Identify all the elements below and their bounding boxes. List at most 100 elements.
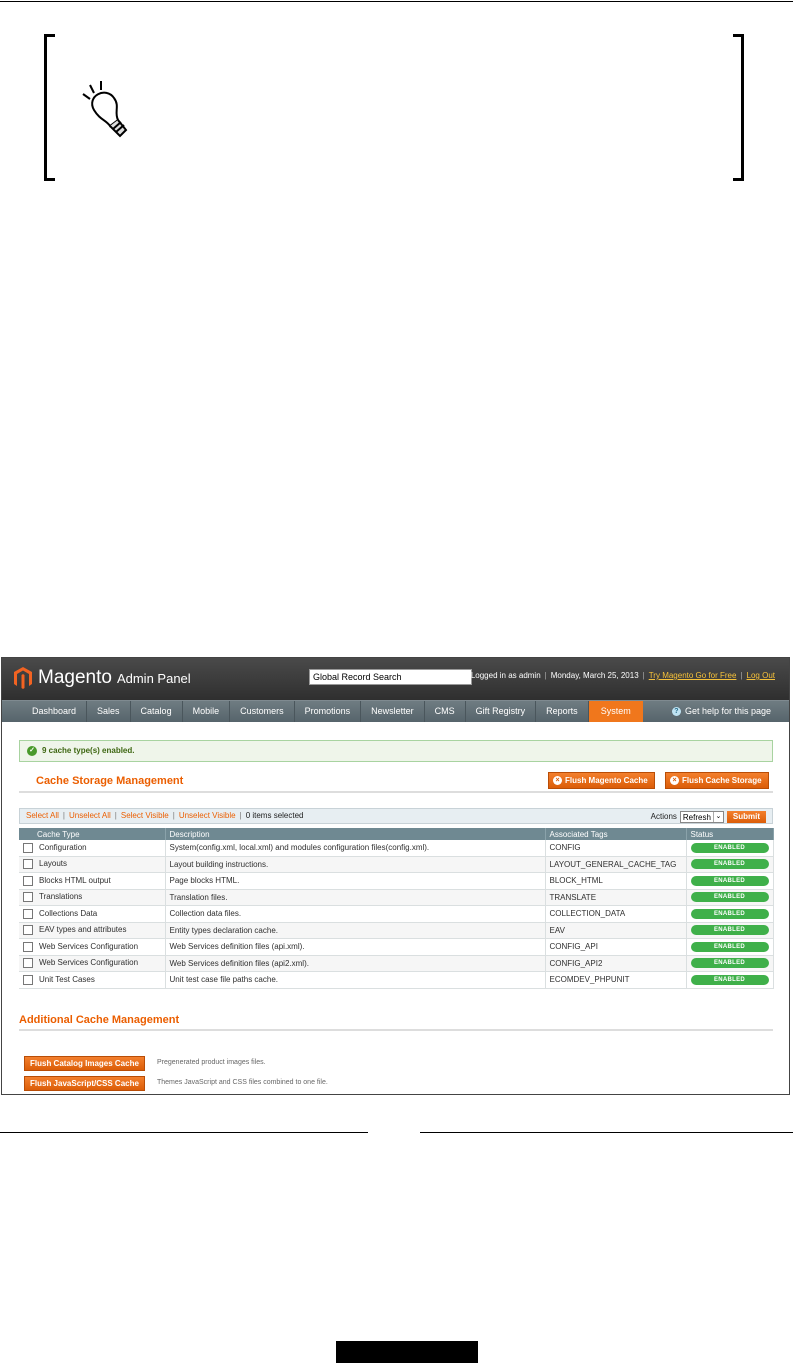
success-check-icon: ✓ <box>27 746 37 756</box>
cache-type-text: Translations <box>39 892 83 902</box>
col-associated-tags[interactable]: Associated Tags <box>545 828 687 840</box>
cache-type-text: Web Services Configuration <box>39 941 139 951</box>
col-status[interactable]: Status <box>686 828 774 840</box>
cache-type-text: Collections Data <box>39 908 98 918</box>
nav-promotions[interactable]: Promotions <box>295 701 362 722</box>
actions-select[interactable]: Refresh ⌄ <box>679 811 724 823</box>
table-row[interactable]: Collections Data Collection data files. CO… <box>19 905 774 923</box>
logout-link[interactable]: Log Out <box>747 671 775 680</box>
row-checkbox[interactable] <box>23 892 33 903</box>
catalog-images-desc: Pregenerated product images files. <box>157 1059 266 1066</box>
cell-description: Layout building instructions. <box>165 856 546 873</box>
nav-sales[interactable]: Sales <box>87 701 131 722</box>
footer-rule-right <box>420 1132 793 1133</box>
success-message: ✓ 9 cache type(s) enabled. <box>19 740 773 762</box>
cell-tag: BLOCK_HTML <box>545 872 687 890</box>
row-checkbox[interactable] <box>23 908 33 919</box>
flush-js-css-button[interactable]: Flush JavaScript/CSS Cache <box>24 1076 145 1091</box>
global-search-input[interactable]: Global Record Search <box>309 669 472 685</box>
table-row[interactable]: Blocks HTML output Page blocks HTML. BLOCK… <box>19 872 774 890</box>
cell-description: Unit test case file paths cache. <box>165 971 546 989</box>
table-row[interactable]: Configuration System(config.xml, local.xm… <box>19 840 774 857</box>
row-checkbox[interactable] <box>23 925 33 936</box>
flush-magento-cache-button[interactable]: × Flush Magento Cache <box>548 772 655 789</box>
cell-cache-type: Web Services Configuration <box>19 938 166 956</box>
table-row[interactable]: Translations Translation files. TRANSLATE E… <box>19 889 774 906</box>
status-badge: ENABLED <box>690 892 769 903</box>
table-header-row: Cache Type Description Associated Tags S… <box>19 828 774 840</box>
nav-system[interactable]: System <box>588 701 643 722</box>
status-badge: ENABLED <box>690 908 769 919</box>
nav-mobile[interactable]: Mobile <box>183 701 231 722</box>
cell-cache-type: Collections Data <box>19 905 166 923</box>
cell-status: ENABLED <box>686 905 774 923</box>
row-checkbox[interactable] <box>23 859 33 870</box>
cell-description: Translation files. <box>165 889 546 906</box>
cell-status: ENABLED <box>686 955 774 972</box>
massaction-bar: Select All | Unselect All | Select Visible | U… <box>19 808 773 824</box>
flush-catalog-images-button[interactable]: Flush Catalog Images Cache <box>24 1056 145 1071</box>
magento-logo-icon <box>14 667 32 689</box>
items-selected-count: 0 items selected <box>245 811 304 820</box>
tip-bracket-right <box>733 34 744 181</box>
flush-cache-storage-button[interactable]: × Flush Cache Storage <box>665 772 769 789</box>
col-cache-type[interactable]: Cache Type <box>19 828 166 840</box>
success-text: 9 cache type(s) enabled. <box>42 746 135 755</box>
nav-cms[interactable]: CMS <box>425 701 466 722</box>
nav-reports[interactable]: Reports <box>536 701 589 722</box>
cell-status: ENABLED <box>686 889 774 906</box>
cell-cache-type: Configuration <box>19 840 166 857</box>
additional-divider <box>19 1029 773 1031</box>
nav-gift-registry[interactable]: Gift Registry <box>466 701 537 722</box>
actions-select-value: Refresh <box>682 813 711 822</box>
cell-tag: TRANSLATE <box>545 889 687 906</box>
table-row[interactable]: EAV types and attributes Entity types dec… <box>19 922 774 939</box>
cell-tag: CONFIG_API2 <box>545 955 687 972</box>
cell-tag: COLLECTION_DATA <box>545 905 687 923</box>
row-checkbox[interactable] <box>23 875 33 886</box>
cell-description: Page blocks HTML. <box>165 872 546 890</box>
row-checkbox[interactable] <box>23 958 33 969</box>
cache-storage-title: Cache Storage Management <box>36 775 184 787</box>
table-row[interactable]: Web Services Configuration Web Services d… <box>19 955 774 972</box>
logged-in-text: Logged in as admin <box>470 671 541 680</box>
nav-catalog[interactable]: Catalog <box>131 701 183 722</box>
table-row[interactable]: Web Services Configuration Web Services d… <box>19 938 774 956</box>
row-checkbox[interactable] <box>23 941 33 952</box>
cache-type-text: Web Services Configuration <box>39 958 139 968</box>
table-row[interactable]: Layouts Layout building instructions. LAYO… <box>19 856 774 873</box>
logo-sub: Admin Panel <box>116 670 191 686</box>
actions-label: Actions <box>650 812 677 821</box>
cache-type-text: Configuration <box>39 842 87 852</box>
help-label: Get help for this page <box>684 706 771 716</box>
try-magento-link[interactable]: Try Magento Go for Free <box>649 671 737 680</box>
row-checkbox[interactable] <box>23 842 33 853</box>
nav-dashboard[interactable]: Dashboard <box>2 701 88 722</box>
submit-button[interactable]: Submit <box>726 811 766 823</box>
cell-cache-type: Blocks HTML output <box>19 872 166 890</box>
main-nav: Dashboard Sales Catalog Mobile Customers… <box>2 700 789 722</box>
flush-icon: × <box>670 776 679 785</box>
cache-type-text: Layouts <box>39 859 68 869</box>
cell-description: Web Services definition files (api2.xml)… <box>165 955 546 972</box>
status-badge: ENABLED <box>690 842 769 853</box>
date-text: Monday, March 25, 2013 <box>550 671 639 680</box>
unselect-all-link[interactable]: Unselect All <box>69 811 111 820</box>
cell-status: ENABLED <box>686 922 774 939</box>
logo-word: Magento <box>38 667 112 688</box>
table-row[interactable]: Unit Test Cases Unit test case file paths… <box>19 971 774 989</box>
status-badge: ENABLED <box>690 925 769 936</box>
magento-logo[interactable]: Magento Admin Panel <box>14 667 191 689</box>
row-checkbox[interactable] <box>23 974 33 985</box>
help-link[interactable]: ? Get help for this page <box>671 701 771 722</box>
nav-customers[interactable]: Customers <box>230 701 295 722</box>
status-badge: ENABLED <box>690 974 769 985</box>
select-visible-link[interactable]: Select Visible <box>121 811 169 820</box>
lightbulb-icon <box>82 81 128 138</box>
nav-newsletter[interactable]: Newsletter <box>361 701 425 722</box>
cell-status: ENABLED <box>686 856 774 873</box>
unselect-visible-link[interactable]: Unselect Visible <box>179 811 236 820</box>
col-description[interactable]: Description <box>165 828 546 840</box>
select-all-link[interactable]: Select All <box>26 811 59 820</box>
cell-cache-type: Layouts <box>19 856 166 873</box>
